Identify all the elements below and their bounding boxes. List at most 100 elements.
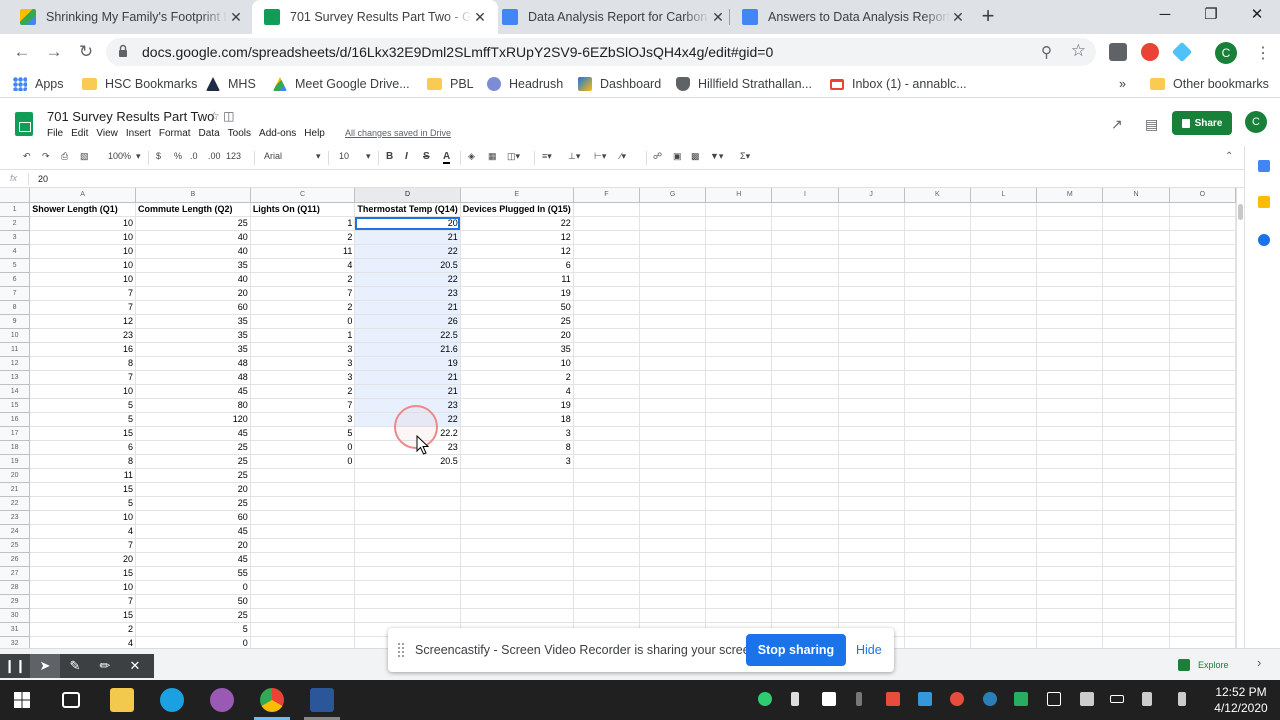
cell[interactable] [1036, 580, 1104, 595]
cell[interactable] [1036, 552, 1104, 567]
cell[interactable] [904, 552, 971, 567]
cell[interactable]: 2 [250, 272, 356, 287]
cell[interactable]: 10 [29, 244, 137, 259]
cell[interactable] [771, 510, 839, 525]
cell[interactable] [1102, 426, 1170, 441]
cell[interactable] [1169, 482, 1236, 497]
bookmark-meet-drive[interactable]: Meet Google Drive... [273, 75, 410, 93]
cell[interactable] [970, 580, 1038, 595]
cell[interactable] [705, 314, 773, 329]
cell[interactable] [705, 328, 773, 343]
cell[interactable] [970, 622, 1038, 637]
pause-icon[interactable]: ❙❙ [0, 654, 30, 678]
cell[interactable] [1036, 412, 1104, 427]
browser-tab[interactable]: Answers to Data Analysis Report ✕ [730, 0, 976, 34]
cell[interactable] [771, 342, 839, 357]
account-avatar[interactable]: C [1245, 111, 1267, 133]
cell[interactable] [1102, 412, 1170, 427]
cell[interactable] [1102, 244, 1170, 259]
url-text[interactable]: docs.google.com/spreadsheets/d/16Lkx32E9… [142, 44, 773, 60]
cell[interactable]: 16 [29, 342, 137, 357]
cell[interactable] [970, 384, 1038, 399]
cell[interactable] [639, 202, 707, 217]
cell[interactable] [1169, 314, 1236, 329]
cell[interactable] [705, 482, 773, 497]
cell[interactable] [838, 580, 905, 595]
volume-icon[interactable] [1142, 692, 1152, 706]
cell[interactable] [639, 524, 707, 539]
new-tab-button[interactable]: + [976, 5, 1000, 29]
cell[interactable] [838, 440, 905, 455]
cell[interactable] [250, 552, 356, 567]
row-header[interactable]: 17 [0, 426, 31, 441]
row-header[interactable]: 26 [0, 552, 31, 567]
system-clock[interactable]: 12:52 PM 4/12/2020 [1208, 684, 1274, 716]
cell[interactable] [771, 230, 839, 245]
drag-handle-icon[interactable] [398, 643, 404, 657]
cell[interactable] [1169, 244, 1236, 259]
cell[interactable] [639, 370, 707, 385]
cell[interactable] [639, 258, 707, 273]
cell[interactable] [1169, 608, 1236, 623]
cell[interactable] [573, 272, 640, 287]
browser-tab-active[interactable]: 701 Survey Results Part Two - Go ✕ [252, 0, 498, 34]
cell[interactable] [838, 328, 905, 343]
bookmark-pbl[interactable]: PBL [427, 75, 474, 93]
cell[interactable]: 8 [460, 440, 574, 455]
cell[interactable] [904, 272, 971, 287]
cell[interactable] [1036, 328, 1104, 343]
decrease-decimal-button[interactable]: .0 [190, 151, 198, 161]
cell[interactable] [639, 328, 707, 343]
row-header[interactable]: 10 [0, 328, 31, 343]
cell[interactable] [1036, 244, 1104, 259]
cell[interactable] [1102, 216, 1170, 231]
cell[interactable]: 11 [460, 272, 574, 287]
cell[interactable] [904, 510, 971, 525]
cell[interactable]: 10 [29, 580, 137, 595]
row-header[interactable]: 8 [0, 300, 31, 315]
cell[interactable] [1036, 440, 1104, 455]
cell[interactable] [1102, 440, 1170, 455]
cell[interactable]: 10 [29, 384, 137, 399]
cell[interactable]: 25 [135, 440, 251, 455]
cell[interactable]: 7 [29, 594, 137, 609]
menu-edit[interactable]: Edit [71, 128, 88, 139]
zoom-icon[interactable]: ⚲ [1041, 43, 1052, 61]
cell[interactable] [1036, 314, 1104, 329]
cell[interactable]: 60 [135, 300, 251, 315]
cell[interactable] [838, 566, 905, 581]
cell[interactable] [1169, 258, 1236, 273]
cell[interactable]: 45 [135, 552, 251, 567]
cell[interactable] [705, 412, 773, 427]
cell[interactable]: 4 [250, 258, 356, 273]
cell[interactable] [250, 482, 356, 497]
cell[interactable] [1169, 594, 1236, 609]
cell[interactable] [970, 398, 1038, 413]
cell[interactable] [1036, 468, 1104, 483]
cell[interactable] [250, 496, 356, 511]
tab-close-icon[interactable]: ✕ [472, 9, 488, 26]
cell[interactable]: 15 [29, 608, 137, 623]
cell[interactable] [705, 202, 773, 217]
cell[interactable] [1169, 524, 1236, 539]
filter-icon[interactable]: ▼▾ [710, 151, 723, 162]
cell[interactable] [1169, 510, 1236, 525]
cell[interactable] [904, 258, 971, 273]
functions-icon[interactable]: Σ▾ [740, 151, 750, 162]
cell[interactable] [573, 412, 640, 427]
cell[interactable] [460, 580, 574, 595]
cell[interactable] [1169, 216, 1236, 231]
cell[interactable] [250, 538, 356, 553]
cell[interactable] [904, 594, 971, 609]
cell[interactable] [771, 216, 839, 231]
cell[interactable] [970, 286, 1038, 301]
cell[interactable] [970, 426, 1038, 441]
cell[interactable]: 3 [460, 426, 574, 441]
cell[interactable]: 3 [250, 356, 356, 371]
cell[interactable] [354, 468, 461, 483]
cell[interactable] [1036, 594, 1104, 609]
cell[interactable] [354, 482, 461, 497]
cell[interactable] [1036, 608, 1104, 623]
cell[interactable]: 50 [135, 594, 251, 609]
cell[interactable] [771, 202, 839, 217]
